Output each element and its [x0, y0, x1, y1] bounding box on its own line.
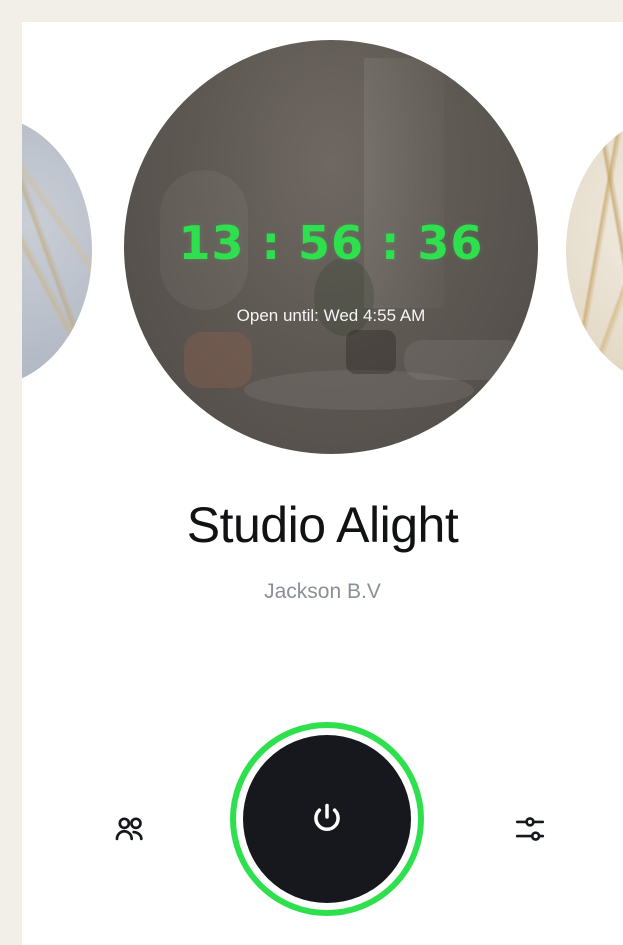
countdown-timer: 13 : 56 : 36 — [178, 216, 484, 270]
settings-button[interactable] — [506, 805, 554, 853]
sliders-icon — [515, 817, 545, 841]
carousel-image-current[interactable]: 13 : 56 : 36 Open until: Wed 4:55 AM — [124, 40, 538, 454]
users-icon — [115, 817, 143, 841]
power-icon — [314, 803, 340, 832]
carousel-image-next[interactable] — [566, 116, 623, 386]
studio-title: Studio Alight — [186, 497, 459, 553]
grass-image-detail — [566, 116, 623, 386]
studio-owner: Jackson B.V — [264, 580, 381, 603]
grass-image-detail — [22, 116, 92, 386]
carousel-image-previous[interactable] — [22, 116, 92, 386]
power-button-core — [243, 735, 411, 903]
interior-curtain — [364, 58, 444, 308]
open-until-label: Open until: Wed 4:55 AM — [236, 306, 426, 325]
app-screen: 13 : 56 : 36 Open until: Wed 4:55 AM Stu… — [22, 22, 623, 945]
controls-bar — [22, 722, 623, 922]
interior-chair — [184, 332, 252, 388]
interior-table — [346, 330, 396, 374]
users-button[interactable] — [106, 805, 154, 853]
power-button[interactable] — [230, 722, 424, 916]
interior-rug — [244, 370, 474, 410]
